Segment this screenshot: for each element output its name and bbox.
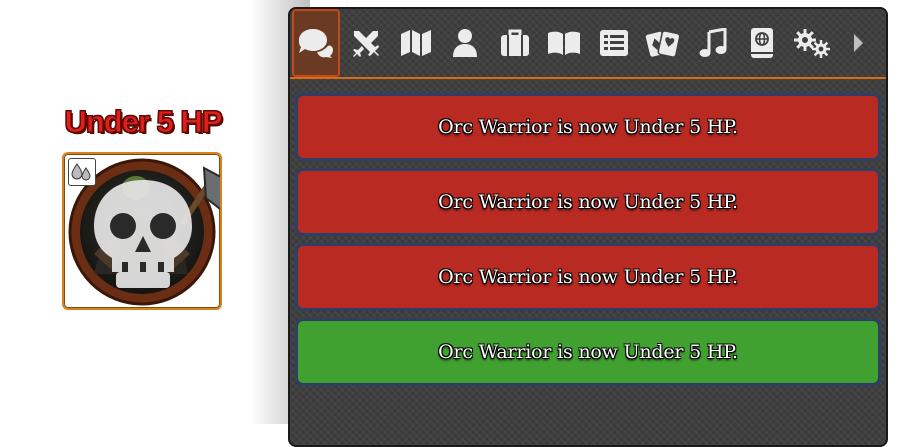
crossed-swords-icon [353, 31, 379, 57]
tab-settings[interactable] [788, 9, 836, 77]
chat-bubbles-icon [299, 29, 333, 58]
tab-compendium[interactable] [738, 9, 786, 77]
tab-character[interactable] [441, 9, 489, 77]
skull-icon [94, 180, 192, 288]
sidebar-tab-bar [290, 9, 886, 79]
chat-message: Orc Warrior is now Under 5 HP. [295, 168, 881, 236]
tab-map[interactable] [392, 9, 440, 77]
user-icon [453, 29, 477, 57]
chevron-right-icon [854, 34, 863, 52]
tab-combat[interactable] [342, 9, 390, 77]
tab-jukebox[interactable] [689, 9, 737, 77]
chat-message-text: Orc Warrior is now Under 5 HP. [438, 266, 738, 288]
cards-icon [645, 30, 681, 58]
tab-inventory[interactable] [491, 9, 539, 77]
chat-message: Orc Warrior is now Under 5 HP. [295, 318, 881, 386]
chat-message-text: Orc Warrior is now Under 5 HP. [438, 116, 738, 138]
tab-journal[interactable] [540, 9, 588, 77]
orc-warrior-token[interactable] [62, 152, 222, 310]
music-note-icon [699, 28, 727, 57]
token-status-title: Under 5 HP [64, 104, 223, 140]
cogs-icon [794, 29, 830, 58]
blood-drops-icon [68, 158, 96, 186]
chat-message: Orc Warrior is now Under 5 HP. [295, 93, 881, 161]
tab-cards[interactable] [639, 9, 687, 77]
list-icon [600, 30, 628, 56]
tab-chat[interactable] [292, 9, 340, 77]
chat-panel: Orc Warrior is now Under 5 HP. Orc Warri… [288, 7, 888, 447]
compendium-icon [751, 28, 773, 58]
tab-scroll-right[interactable] [838, 9, 878, 77]
chat-message-text: Orc Warrior is now Under 5 HP. [438, 191, 738, 213]
tab-list[interactable] [590, 9, 638, 77]
map-icon [401, 30, 431, 56]
open-book-icon [548, 31, 580, 55]
chat-message: Orc Warrior is now Under 5 HP. [295, 243, 881, 311]
chat-message-text: Orc Warrior is now Under 5 HP. [438, 341, 738, 363]
briefcase-icon [501, 29, 529, 56]
